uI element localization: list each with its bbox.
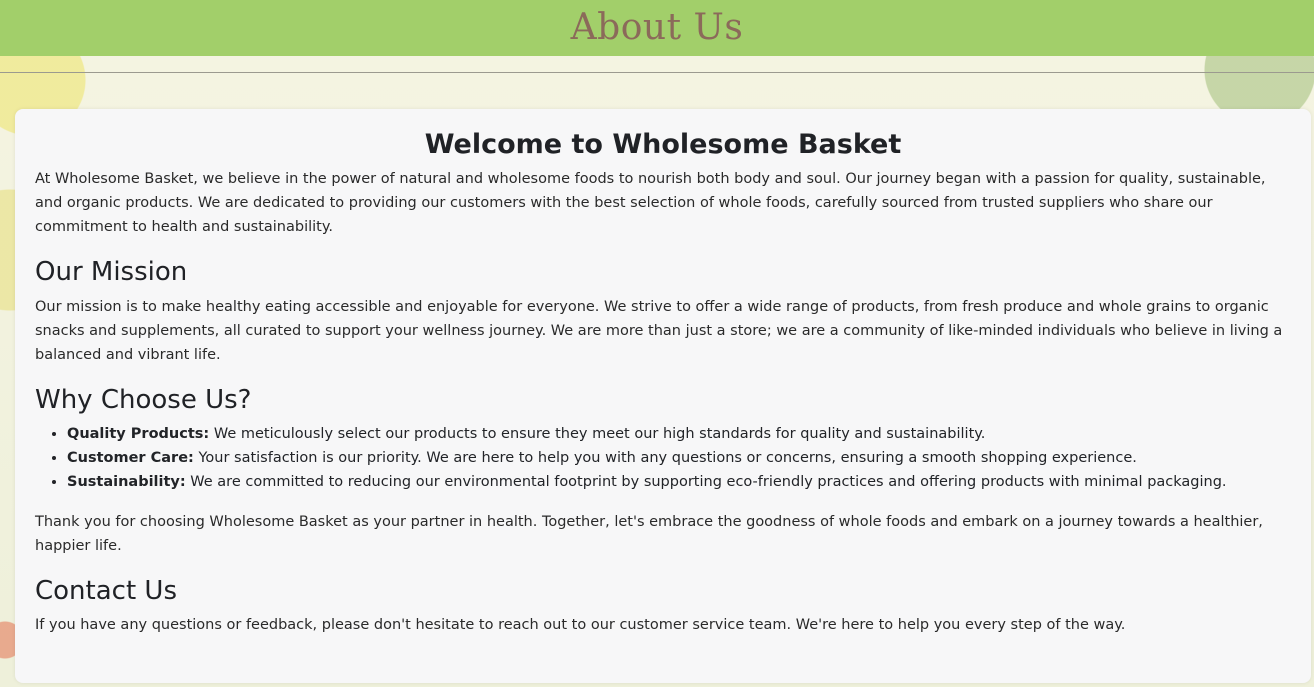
reason-text: We are committed to reducing our environ… (185, 473, 1227, 490)
list-item: Quality Products: We meticulously select… (67, 422, 1291, 446)
list-item: Sustainability: We are committed to redu… (67, 470, 1291, 494)
reason-name: Customer Care: (67, 449, 194, 466)
reason-text: We meticulously select our products to e… (209, 425, 986, 442)
intro-paragraph: At Wholesome Basket, we believe in the p… (35, 171, 1266, 236)
why-choose-heading: Why Choose Us? (35, 384, 252, 415)
header-divider (0, 72, 1314, 73)
list-item: Customer Care: Your satisfaction is our … (67, 446, 1291, 470)
about-card: Welcome to Wholesome Basket At Wholesome… (15, 109, 1311, 683)
contact-paragraph: If you have any questions or feedback, p… (35, 616, 1126, 633)
mission-heading: Our Mission (35, 257, 188, 288)
page-title: About Us (570, 7, 744, 48)
thanks-paragraph: Thank you for choosing Wholesome Basket … (35, 513, 1263, 554)
reason-name: Quality Products: (67, 425, 210, 442)
reasons-list: Quality Products: We meticulously select… (35, 422, 1291, 494)
mission-paragraph: Our mission is to make healthy eating ac… (35, 298, 1283, 363)
reason-text: Your satisfaction is our priority. We ar… (193, 449, 1137, 466)
welcome-heading: Welcome to Wholesome Basket (424, 129, 902, 160)
reason-name: Sustainability: (67, 473, 186, 490)
contact-heading: Contact Us (35, 575, 177, 606)
page-header: About Us (0, 0, 1314, 56)
